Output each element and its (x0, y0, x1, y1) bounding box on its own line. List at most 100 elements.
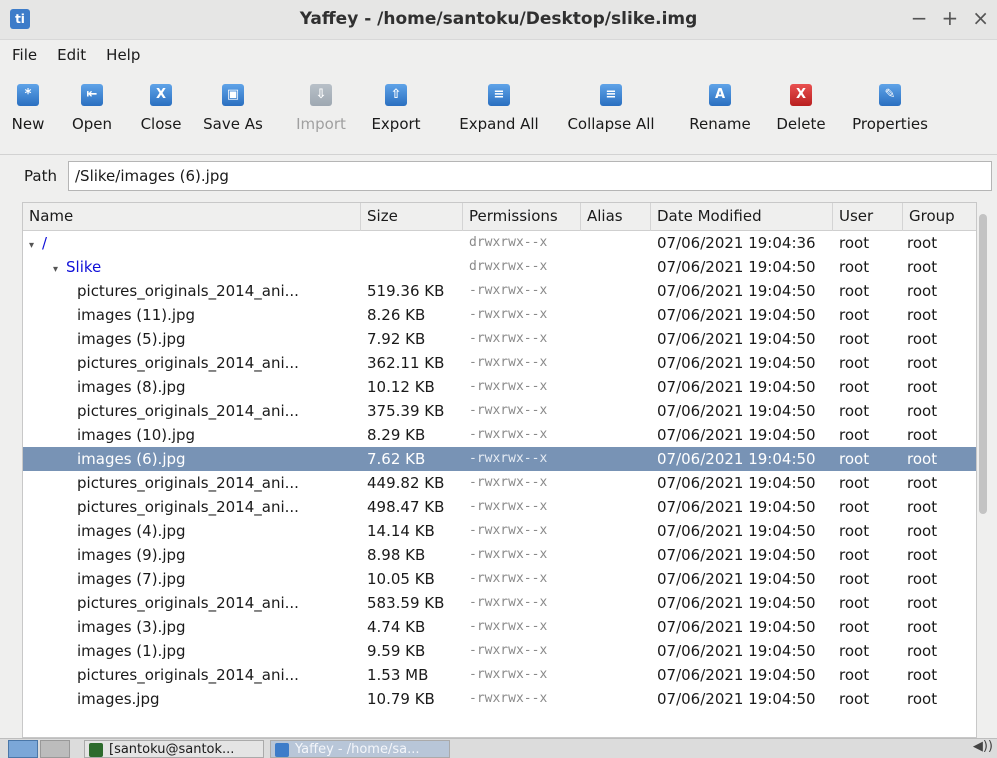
file-tree: Name Size Permissions Alias Date Modifie… (22, 202, 977, 738)
expand-all-icon: ≡ (488, 84, 510, 106)
tree-rows: ▾ / drwxrwx--x 07/06/2021 19:04:36 root root ▾… (23, 231, 976, 711)
toolbar-label: Properties (852, 115, 928, 133)
save-as-icon: ▣ (222, 84, 244, 106)
terminal-icon (89, 743, 103, 757)
table-row[interactable]: images (3).jpg 4.74 KB -rwxrwx--x 07/06/202… (23, 615, 976, 639)
toolbar-label: New (11, 115, 45, 133)
expand-arrow-icon[interactable]: ▾ (29, 240, 34, 251)
new-button[interactable]: * New (8, 80, 48, 142)
cell-perm: -rwxrwx--x (469, 355, 548, 370)
table-row[interactable]: pictures_originals_2014_ani... 519.36 KB -… (23, 279, 976, 303)
row-name-label: pictures_originals_2014_ani... (77, 354, 299, 372)
row-name-label: pictures_originals_2014_ani... (77, 594, 299, 612)
header-date-modified[interactable]: Date Modified (651, 203, 833, 231)
cell-perm: -rwxrwx--x (469, 379, 548, 394)
cell-user: root (839, 522, 870, 540)
vertical-scrollbar[interactable] (979, 214, 987, 514)
cell-date: 07/06/2021 19:04:50 (657, 474, 816, 492)
cell-date: 07/06/2021 19:04:50 (657, 642, 816, 660)
table-row[interactable]: images (5).jpg 7.92 KB -rwxrwx--x 07/06/202… (23, 327, 976, 351)
header-permissions[interactable]: Permissions (463, 203, 581, 231)
save-as-button[interactable]: ▣ Save As (194, 80, 272, 142)
row-name-label: pictures_originals_2014_ani... (77, 474, 299, 492)
table-row[interactable]: images (1).jpg 9.59 KB -rwxrwx--x 07/06/202… (23, 639, 976, 663)
task-terminal-label: [santoku@santok... (109, 742, 235, 757)
table-row[interactable]: ▾ Slike drwxrwx--x 07/06/2021 19:04:50 root r… (23, 255, 976, 279)
cell-size: 9.59 KB (367, 642, 426, 660)
cell-user: root (839, 330, 870, 348)
menu-help[interactable]: Help (98, 44, 148, 72)
table-row[interactable]: ▾ / drwxrwx--x 07/06/2021 19:04:36 root root (23, 231, 976, 255)
header-name[interactable]: Name (23, 203, 361, 231)
cell-date: 07/06/2021 19:04:50 (657, 570, 816, 588)
minimize-button[interactable]: − (911, 6, 928, 30)
table-row[interactable]: pictures_originals_2014_ani... 583.59 KB -… (23, 591, 976, 615)
rename-button[interactable]: A Rename (680, 80, 760, 142)
workspace-1-button[interactable] (8, 740, 38, 758)
cell-size: 449.82 KB (367, 474, 445, 492)
cell-user: root (839, 690, 870, 708)
cell-perm: -rwxrwx--x (469, 283, 548, 298)
menu-file[interactable]: File (4, 44, 45, 72)
close-button[interactable]: X Close (130, 80, 192, 142)
export-button[interactable]: ⇧ Export (360, 80, 432, 142)
header-group[interactable]: Group (903, 203, 976, 231)
cell-group: root (907, 570, 938, 588)
cell-group: root (907, 546, 938, 564)
table-row[interactable]: images (8).jpg 10.12 KB -rwxrwx--x 07/06/20… (23, 375, 976, 399)
cell-user: root (839, 498, 870, 516)
header-size[interactable]: Size (361, 203, 463, 231)
cell-group: root (907, 426, 938, 444)
file-name: pictures_originals_2014_ani... (29, 663, 365, 687)
cell-group: root (907, 306, 938, 324)
maximize-button[interactable]: + (941, 6, 958, 30)
cell-perm: -rwxrwx--x (469, 331, 548, 346)
table-row[interactable]: images (9).jpg 8.98 KB -rwxrwx--x 07/06/202… (23, 543, 976, 567)
table-row[interactable]: pictures_originals_2014_ani... 498.47 KB -… (23, 495, 976, 519)
table-row[interactable]: images (10).jpg 8.29 KB -rwxrwx--x 07/06/20… (23, 423, 976, 447)
table-row[interactable]: images (11).jpg 8.26 KB -rwxrwx--x 07/06/20… (23, 303, 976, 327)
file-name: images (9).jpg (29, 543, 365, 567)
row-name-label: images (5).jpg (77, 330, 186, 348)
volume-icon[interactable]: ◀)) (973, 739, 993, 754)
cell-user: root (839, 666, 870, 684)
table-row[interactable]: pictures_originals_2014_ani... 449.82 KB -… (23, 471, 976, 495)
cell-perm: -rwxrwx--x (469, 427, 548, 442)
properties-button[interactable]: ✎ Properties (838, 80, 942, 142)
expand-arrow-icon[interactable]: ▾ (53, 264, 58, 275)
header-user[interactable]: User (833, 203, 903, 231)
table-row[interactable]: images.jpg 10.79 KB -rwxrwx--x 07/06/2021 1… (23, 687, 976, 711)
toolbar-label: Delete (776, 115, 826, 133)
table-row[interactable]: pictures_originals_2014_ani... 375.39 KB -… (23, 399, 976, 423)
import-button[interactable]: ⇩ Import (288, 80, 354, 142)
task-yaffey[interactable]: Yaffey - /home/sa... (270, 740, 450, 758)
cell-size: 7.92 KB (367, 330, 426, 348)
table-row[interactable]: pictures_originals_2014_ani... 362.11 KB -… (23, 351, 976, 375)
cell-size: 10.79 KB (367, 690, 435, 708)
menu-edit[interactable]: Edit (49, 44, 94, 72)
title-bar[interactable]: ti Yaffey - /home/santoku/Desktop/slike.… (0, 0, 997, 40)
cell-perm: drwxrwx--x (469, 259, 548, 274)
header-alias[interactable]: Alias (581, 203, 651, 231)
cell-group: root (907, 474, 938, 492)
path-input[interactable] (68, 161, 992, 191)
table-row[interactable]: images (4).jpg 14.14 KB -rwxrwx--x 07/06/20… (23, 519, 976, 543)
cell-user: root (839, 282, 870, 300)
table-row[interactable]: images (7).jpg 10.05 KB -rwxrwx--x 07/06/20… (23, 567, 976, 591)
cell-perm: -rwxrwx--x (469, 499, 548, 514)
delete-button[interactable]: X Delete (764, 80, 838, 142)
table-row[interactable]: images (6).jpg 7.62 KB -rwxrwx--x 07/06/202… (23, 447, 976, 471)
file-name: images (1).jpg (29, 639, 365, 663)
collapse-all-button[interactable]: ≡ Collapse All (556, 80, 666, 142)
expand-all-button[interactable]: ≡ Expand All (450, 80, 548, 142)
close-window-button[interactable]: × (972, 6, 989, 30)
cell-group: root (907, 378, 938, 396)
file-name: images (11).jpg (29, 303, 365, 327)
workspace-2-button[interactable] (40, 740, 70, 758)
toolbar-label: Import (296, 115, 346, 133)
open-button[interactable]: ⇤ Open (66, 80, 118, 142)
cell-date: 07/06/2021 19:04:50 (657, 618, 816, 636)
table-row[interactable]: pictures_originals_2014_ani... 1.53 MB -rw… (23, 663, 976, 687)
cell-perm: -rwxrwx--x (469, 547, 548, 562)
task-terminal[interactable]: [santoku@santok... (84, 740, 264, 758)
